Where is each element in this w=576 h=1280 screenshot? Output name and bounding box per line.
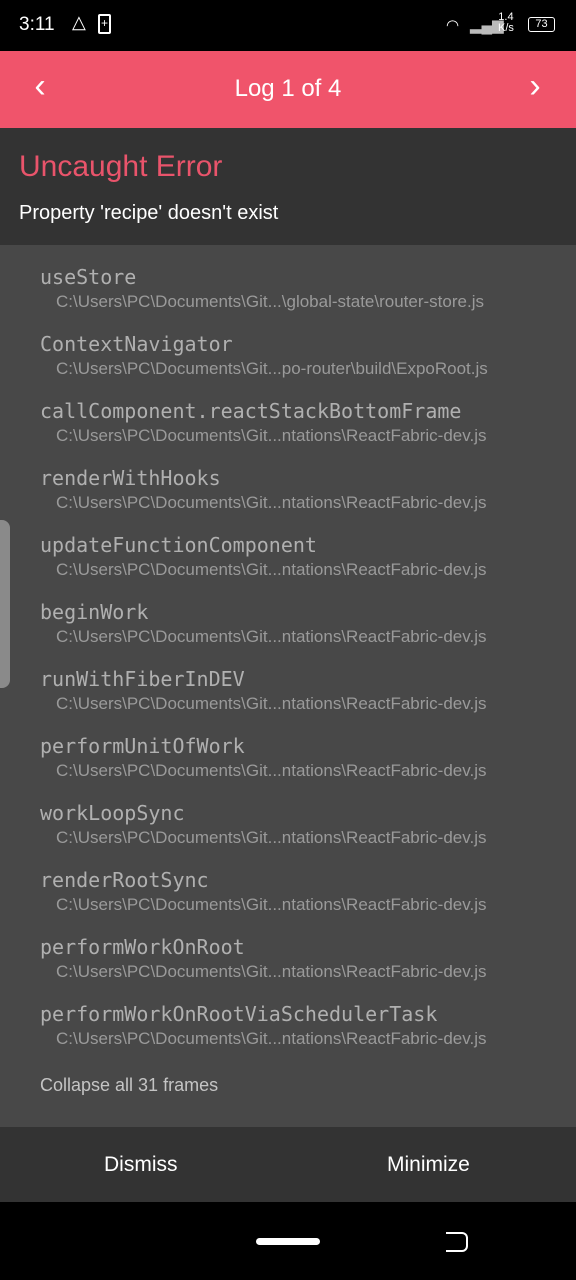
frame-function: ContextNavigator xyxy=(40,332,233,356)
clock: 3:11 xyxy=(19,14,55,35)
stack-frame[interactable]: performWorkOnRoot C:\Users\PC\Documents\G… xyxy=(40,935,487,982)
collapse-frames-button[interactable]: Collapse all 31 frames xyxy=(40,1075,218,1096)
battery-icon: 73 xyxy=(528,17,555,32)
stack-frame[interactable]: callComponent.reactStackBottomFrame C:\Us… xyxy=(40,399,487,446)
frame-function: performWorkOnRoot xyxy=(40,935,245,959)
frame-function: callComponent.reactStackBottomFrame xyxy=(40,399,462,423)
frame-path: C:\Users\PC\Documents\Git...ntations\Rea… xyxy=(56,962,487,981)
frame-function: updateFunctionComponent xyxy=(40,533,317,557)
minimize-button[interactable]: Minimize xyxy=(387,1153,470,1177)
stack-frame[interactable]: renderRootSync C:\Users\PC\Documents\Git.… xyxy=(40,868,487,915)
stack-frame[interactable]: renderWithHooks C:\Users\PC\Documents\Git… xyxy=(40,466,487,513)
battery-saver-icon: + xyxy=(98,14,111,34)
footer-buttons: Dismiss Minimize xyxy=(0,1127,576,1202)
status-bar: 3:11 △ + ◠ ▂▄▆ 1.4 K/s 73 xyxy=(0,0,576,51)
back-icon[interactable] xyxy=(446,1232,468,1252)
stack-frame[interactable]: updateFunctionComponent C:\Users\PC\Docum… xyxy=(40,533,487,580)
frame-path: C:\Users\PC\Documents\Git...ntations\Rea… xyxy=(56,761,487,780)
frame-function: workLoopSync xyxy=(40,801,185,825)
frame-function: performUnitOfWork xyxy=(40,734,245,758)
network-speed: 1.4 K/s xyxy=(498,11,514,34)
wifi-icon: ◠ xyxy=(446,17,460,34)
frame-function: beginWork xyxy=(40,600,149,624)
dismiss-button[interactable]: Dismiss xyxy=(104,1153,178,1177)
chevron-right-icon[interactable]: › xyxy=(515,67,555,106)
frame-path: C:\Users\PC\Documents\Git...ntations\Rea… xyxy=(56,627,487,646)
frame-function: renderRootSync xyxy=(40,868,209,892)
system-nav-bar xyxy=(0,1202,576,1280)
stack-frame[interactable]: runWithFiberInDEV C:\Users\PC\Documents\G… xyxy=(40,667,487,714)
stack-frame[interactable]: performUnitOfWork C:\Users\PC\Documents\G… xyxy=(40,734,487,781)
stack-frame[interactable]: useStore C:\Users\PC\Documents\Git...\glo… xyxy=(40,265,484,312)
frame-path: C:\Users\PC\Documents\Git...ntations\Rea… xyxy=(56,493,487,512)
frame-path: C:\Users\PC\Documents\Git...ntations\Rea… xyxy=(56,560,487,579)
home-pill[interactable] xyxy=(256,1238,320,1245)
error-message: Property 'recipe' doesn't exist xyxy=(19,202,279,224)
stack-frame[interactable]: beginWork C:\Users\PC\Documents\Git...nta… xyxy=(40,600,487,647)
stack-frame[interactable]: workLoopSync C:\Users\PC\Documents\Git...… xyxy=(40,801,487,848)
stack-frame[interactable]: performWorkOnRootViaSchedulerTask C:\User… xyxy=(40,1002,487,1049)
frame-function: runWithFiberInDEV xyxy=(40,667,245,691)
frame-function: renderWithHooks xyxy=(40,466,221,490)
log-header: ‹ Log 1 of 4 › xyxy=(0,51,576,128)
frame-path: C:\Users\PC\Documents\Git...ntations\Rea… xyxy=(56,828,487,847)
frame-path: C:\Users\PC\Documents\Git...ntations\Rea… xyxy=(56,694,487,713)
frame-path: C:\Users\PC\Documents\Git...po-router\bu… xyxy=(56,359,488,378)
error-type: Uncaught Error xyxy=(19,150,223,183)
stack-frame[interactable]: ContextNavigator C:\Users\PC\Documents\Gi… xyxy=(40,332,488,379)
frame-function: useStore xyxy=(40,265,137,289)
frame-path: C:\Users\PC\Documents\Git...ntations\Rea… xyxy=(56,1029,487,1048)
error-summary: Uncaught Error Property 'recipe' doesn't… xyxy=(0,128,576,245)
frame-path: C:\Users\PC\Documents\Git...\global-stat… xyxy=(56,292,484,311)
alert-triangle-icon: △ xyxy=(72,12,86,32)
frame-path: C:\Users\PC\Documents\Git...ntations\Rea… xyxy=(56,895,487,914)
stack-trace-list[interactable]: Collapse all 31 frames useStore C:\Users\… xyxy=(0,245,576,1127)
frame-function: performWorkOnRootViaSchedulerTask xyxy=(40,1002,438,1026)
log-title: Log 1 of 4 xyxy=(234,75,342,102)
frame-path: C:\Users\PC\Documents\Git...ntations\Rea… xyxy=(56,426,487,445)
scroll-handle[interactable] xyxy=(0,520,10,688)
